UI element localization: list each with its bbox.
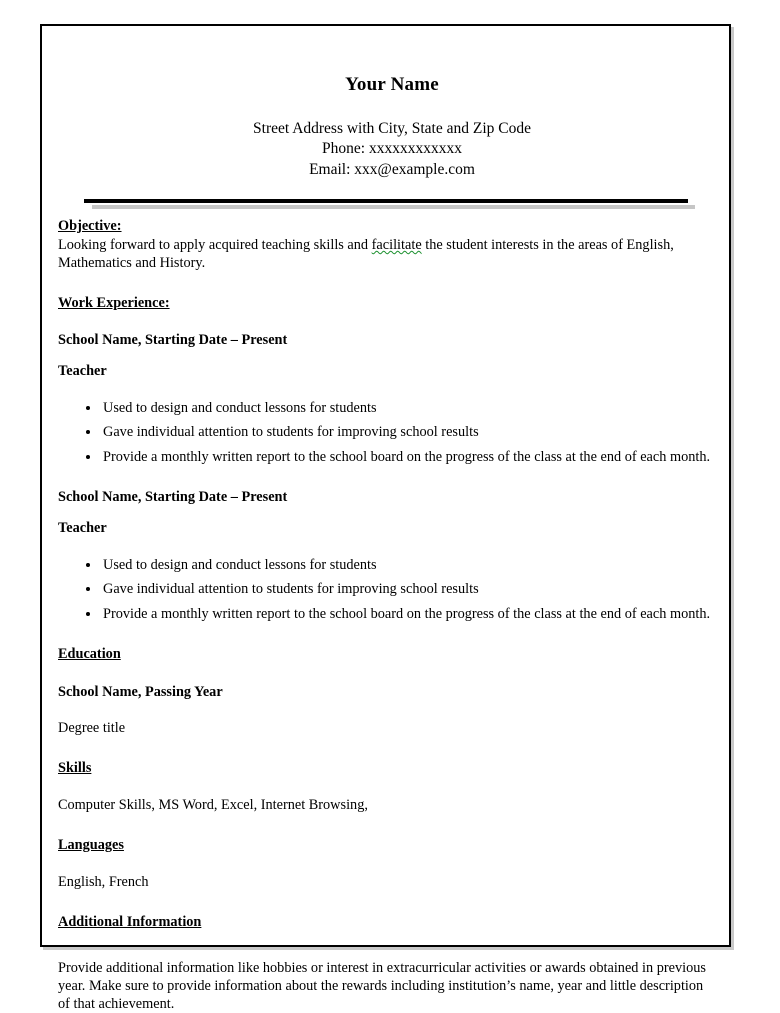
objective-text-before: Looking forward to apply acquired teachi… [58,236,372,253]
work-entry: School Name, Starting Date – Present Tea… [58,331,726,466]
bullet-icon [86,611,90,616]
resume-page: Your Name Street Address with City, Stat… [40,24,731,1012]
header-divider-shadow [92,204,695,209]
additional-information-text: Provide additional information like hobb… [58,959,706,1012]
work-responsibility-list: Used to design and conduct lessons for s… [58,399,726,467]
work-responsibility-list: Used to design and conduct lessons for s… [58,556,726,624]
list-item-text: Used to design and conduct lessons for s… [103,556,377,573]
list-item: Used to design and conduct lessons for s… [58,556,726,575]
education-school-line: School Name, Passing Year [58,683,223,700]
header-divider-line [84,198,688,203]
skills-text: Computer Skills, MS Word, Excel, Interne… [58,796,368,813]
list-item: Used to design and conduct lessons for s… [58,399,726,418]
header-divider [58,193,726,213]
objective-text: Looking forward to apply acquired teachi… [58,236,698,272]
languages-text: English, French [58,874,149,891]
work-experience-section: Work Experience: [58,294,726,312]
education-section: Education [58,645,726,663]
candidate-phone: Phone: xxxxxxxxxxxx [322,140,462,158]
languages-heading: Languages [58,837,124,854]
additional-information-section: Additional Information [58,913,726,931]
list-item: Provide a monthly written report to the … [58,448,726,467]
objective-heading: Objective: [58,217,122,234]
bullet-icon [86,405,90,410]
work-experience-heading: Work Experience: [58,295,170,312]
list-item: Provide a monthly written report to the … [58,605,726,624]
bullet-icon [86,454,90,459]
work-job-title: Teacher [58,520,107,537]
work-employer-line: School Name, Starting Date – Present [58,332,288,349]
skills-heading: Skills [58,759,92,776]
work-employer-line: School Name, Starting Date – Present [58,489,288,506]
additional-information-heading: Additional Information [58,914,202,931]
resume-content-area: Your Name Street Address with City, Stat… [58,36,726,1013]
education-heading: Education [58,646,121,663]
list-item-text: Gave individual attention to students fo… [103,424,479,441]
objective-section: Objective: [58,217,726,235]
languages-section: Languages [58,836,726,854]
education-degree: Degree title [58,719,126,736]
work-entry: School Name, Starting Date – Present Tea… [58,488,726,623]
list-item-text: Gave individual attention to students fo… [103,581,479,598]
list-item-text: Provide a monthly written report to the … [103,448,711,465]
work-job-title: Teacher [58,363,107,380]
bullet-icon [86,587,90,592]
list-item: Gave individual attention to students fo… [58,423,726,442]
bullet-icon [86,562,90,567]
resume-body: Objective: Looking forward to apply acqu… [58,213,726,1013]
resume-header: Your Name Street Address with City, Stat… [58,36,726,181]
skills-section: Skills [58,759,726,777]
candidate-email: Email: xxx@example.com [309,161,475,179]
candidate-name: Your Name [345,74,439,95]
candidate-address: Street Address with City, State and Zip … [253,119,531,137]
spellcheck-flagged-word[interactable]: facilitate [372,237,422,253]
bullet-icon [86,430,90,435]
list-item-text: Provide a monthly written report to the … [103,605,711,622]
list-item: Gave individual attention to students fo… [58,580,726,599]
list-item-text: Used to design and conduct lessons for s… [103,399,377,416]
